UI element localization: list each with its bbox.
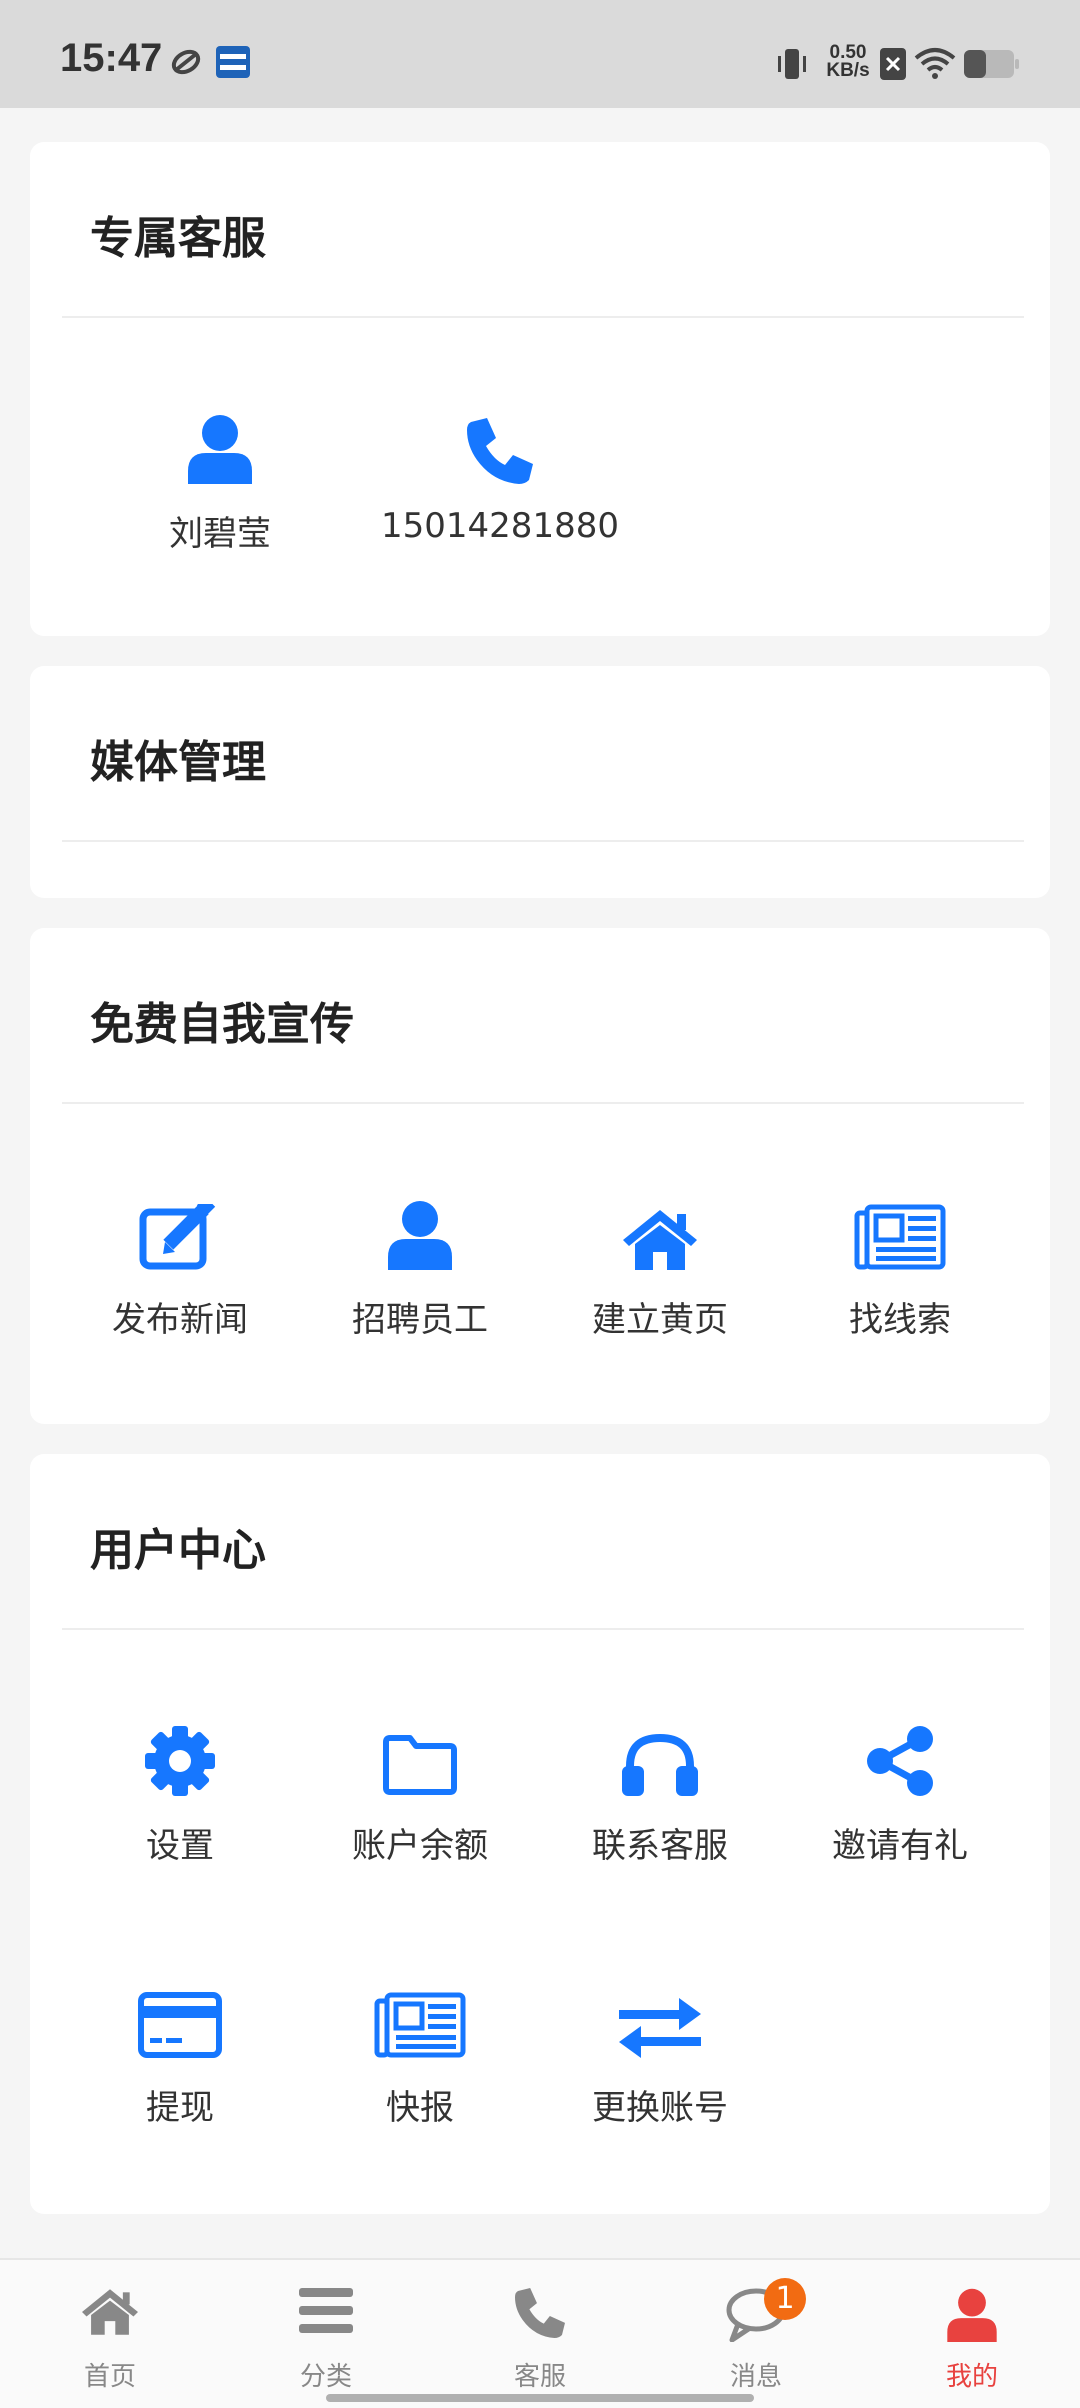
home-icon — [82, 2289, 138, 2335]
nav-item-category[interactable]: 分类 — [218, 2260, 434, 2408]
settings-item[interactable]: 设置 — [60, 1716, 300, 1867]
sim-off-icon — [880, 48, 906, 80]
section-title: 媒体管理 — [90, 737, 266, 788]
switch-account-item[interactable]: 更换账号 — [540, 1978, 780, 2129]
contact-phone-item[interactable]: 15014281880 — [300, 404, 700, 546]
contact-service-item[interactable]: 联系客服 — [540, 1716, 780, 1867]
nav-label: 分类 — [299, 2362, 352, 2392]
home-icon — [623, 1210, 697, 1270]
find-leads-item[interactable]: 找线索 — [780, 1190, 1020, 1341]
home-indicator[interactable] — [326, 2394, 754, 2402]
withdraw-item[interactable]: 提现 — [60, 1978, 300, 2129]
account-balance-item[interactable]: 账户余额 — [300, 1716, 540, 1867]
folder-icon — [383, 1735, 457, 1795]
invite-gift-label: 邀请有礼 — [832, 1826, 968, 1866]
newspaper-icon — [854, 1204, 946, 1270]
divider — [62, 1102, 1024, 1104]
nav-label: 客服 — [513, 2362, 566, 2392]
divider — [62, 840, 1024, 842]
contact-phone: 15014281880 — [381, 506, 619, 546]
phone-icon — [515, 2288, 565, 2338]
sync-icon — [171, 49, 201, 75]
find-leads-label: 找线索 — [849, 1300, 951, 1340]
net-speed: 0.50 KB/s — [826, 42, 870, 81]
bulletin-item[interactable]: 快报 — [300, 1978, 540, 2129]
battery-icon — [964, 50, 1019, 78]
divider — [62, 316, 1024, 318]
nav-label: 首页 — [83, 2362, 136, 2392]
yellow-pages-item[interactable]: 建立黄页 — [540, 1190, 780, 1341]
user-icon — [947, 2288, 997, 2342]
recruit-staff-label: 招聘员工 — [352, 1300, 488, 1340]
publish-news-item[interactable]: 发布新闻 — [60, 1190, 300, 1341]
nav-label: 消息 — [729, 2362, 782, 2392]
phone-icon — [467, 418, 533, 484]
user-center-card: 用户中心 设置 账户余额 联系客服 邀请有礼 提现 快报 更换账号 — [30, 1454, 1050, 2214]
user-icon — [188, 415, 252, 484]
headset-icon — [622, 1733, 698, 1796]
menu-icon — [299, 2288, 353, 2333]
divider — [62, 1628, 1024, 1630]
vibrate-icon — [778, 49, 806, 79]
newspaper-icon — [374, 1992, 466, 2058]
nav-item-home[interactable]: 首页 — [2, 2260, 218, 2408]
nav-label: 我的 — [945, 2362, 998, 2392]
gear-icon — [145, 1726, 215, 1796]
nav-item-mine[interactable]: 我的 — [864, 2260, 1080, 2408]
share-icon — [867, 1726, 933, 1796]
user-icon — [388, 1201, 452, 1270]
credit-card-icon — [138, 1992, 222, 2058]
section-title: 免费自我宣传 — [90, 999, 354, 1050]
recruit-staff-item[interactable]: 招聘员工 — [300, 1190, 540, 1341]
withdraw-label: 提现 — [146, 2088, 214, 2128]
section-title: 用户中心 — [90, 1525, 266, 1576]
nav-item-service[interactable]: 客服 — [432, 2260, 648, 2408]
app-icon — [216, 46, 250, 78]
edit-icon — [139, 1204, 216, 1270]
bulletin-label: 快报 — [386, 2088, 454, 2128]
exclusive-service-card: 专属客服 刘碧莹 15014281880 — [30, 142, 1050, 636]
switch-account-label: 更换账号 — [592, 2088, 728, 2128]
settings-label: 设置 — [146, 1826, 214, 1866]
free-promotion-card: 免费自我宣传 发布新闻 招聘员工 建立黄页 找线索 — [30, 928, 1050, 1424]
yellow-pages-label: 建立黄页 — [592, 1300, 728, 1340]
account-balance-label: 账户余额 — [352, 1826, 488, 1866]
media-management-card: 媒体管理 — [30, 666, 1050, 898]
message-badge: 1 — [764, 2278, 806, 2320]
swap-icon — [619, 1998, 701, 2058]
contact-service-label: 联系客服 — [592, 1826, 728, 1866]
nav-item-messages[interactable]: 1 消息 — [648, 2260, 864, 2408]
wifi-icon — [914, 48, 956, 79]
status-bar: 15:47 0.50 KB/s — [0, 0, 1080, 108]
section-title: 专属客服 — [90, 213, 266, 264]
publish-news-label: 发布新闻 — [112, 1300, 248, 1340]
bottom-nav: 首页 分类 客服 1 消息 我的 — [0, 2258, 1080, 2408]
status-time: 15:47 — [60, 36, 163, 80]
invite-gift-item[interactable]: 邀请有礼 — [780, 1716, 1020, 1867]
